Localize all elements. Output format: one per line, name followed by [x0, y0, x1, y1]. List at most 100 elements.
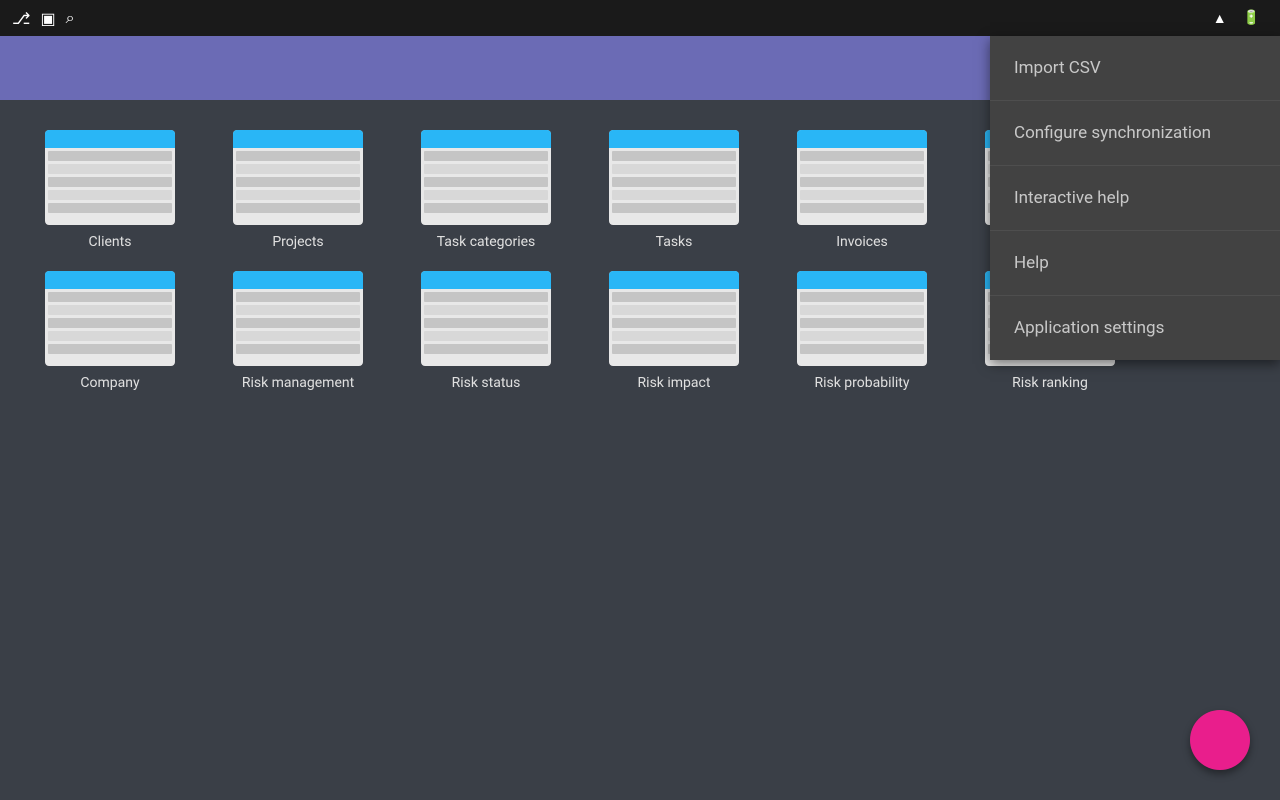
battery-icon: 🔋	[1243, 10, 1260, 26]
item-label-risk-probability: Risk probability	[814, 374, 909, 392]
card-header-company	[45, 271, 175, 289]
icon-card-clients	[45, 130, 175, 225]
card-row	[800, 331, 924, 341]
card-row	[424, 203, 548, 213]
card-row	[236, 151, 360, 161]
card-row	[612, 177, 736, 187]
item-label-invoices: Invoices	[836, 233, 888, 251]
item-label-clients: Clients	[89, 233, 132, 251]
card-row	[48, 190, 172, 200]
card-header-risk-management	[233, 271, 363, 289]
card-row	[48, 151, 172, 161]
grid-item-invoices[interactable]: Invoices	[782, 130, 942, 251]
wifi-icon: ▲	[1213, 10, 1227, 27]
grid-item-risk-management[interactable]: Risk management	[218, 271, 378, 392]
icon-card-risk-status	[421, 271, 551, 366]
grid-item-risk-probability[interactable]: Risk probability	[782, 271, 942, 392]
card-header-risk-probability	[797, 271, 927, 289]
grid-item-task-categories[interactable]: Task categories	[406, 130, 566, 251]
card-body-task-categories	[421, 148, 551, 225]
card-row	[236, 164, 360, 174]
card-row	[424, 190, 548, 200]
card-body-tasks	[609, 148, 739, 225]
grid-item-risk-status[interactable]: Risk status	[406, 271, 566, 392]
card-row	[612, 331, 736, 341]
card-row	[236, 318, 360, 328]
card-row	[800, 344, 924, 354]
grid-item-tasks[interactable]: Tasks	[594, 130, 754, 251]
card-row	[48, 344, 172, 354]
card-row	[800, 164, 924, 174]
menu-item-configure-sync[interactable]: Configure synchronization	[990, 101, 1280, 166]
dropdown-menu: Import CSVConfigure synchronizationInter…	[990, 36, 1280, 360]
status-left-icons: ⎇ ▣ ⌕	[12, 8, 75, 28]
card-row	[236, 305, 360, 315]
card-body-risk-probability	[797, 289, 927, 366]
card-row	[48, 318, 172, 328]
card-row	[236, 190, 360, 200]
item-label-risk-status: Risk status	[452, 374, 521, 392]
card-row	[424, 305, 548, 315]
card-row	[48, 292, 172, 302]
grid-item-clients[interactable]: Clients	[30, 130, 190, 251]
card-header-clients	[45, 130, 175, 148]
card-row	[612, 292, 736, 302]
item-label-risk-management: Risk management	[242, 374, 354, 392]
icon-card-risk-management	[233, 271, 363, 366]
card-row	[424, 177, 548, 187]
grid-item-risk-impact[interactable]: Risk impact	[594, 271, 754, 392]
card-body-projects	[233, 148, 363, 225]
card-body-risk-impact	[609, 289, 739, 366]
card-row	[800, 177, 924, 187]
icon-card-risk-probability	[797, 271, 927, 366]
card-row	[800, 292, 924, 302]
card-row	[424, 164, 548, 174]
status-bar: ⎇ ▣ ⌕ ▲ 🔋	[0, 0, 1280, 36]
fab-add-button[interactable]	[1190, 710, 1250, 770]
card-row	[800, 305, 924, 315]
card-row	[612, 344, 736, 354]
card-body-company	[45, 289, 175, 366]
icon-card-task-categories	[421, 130, 551, 225]
card-row	[48, 177, 172, 187]
item-label-company: Company	[80, 374, 139, 392]
card-row	[48, 305, 172, 315]
menu-item-interactive-help[interactable]: Interactive help	[990, 166, 1280, 231]
icon-card-projects	[233, 130, 363, 225]
card-row	[424, 331, 548, 341]
card-row	[612, 203, 736, 213]
grid-item-projects[interactable]: Projects	[218, 130, 378, 251]
item-label-risk-ranking: Risk ranking	[1012, 374, 1088, 392]
card-row	[48, 203, 172, 213]
card-row	[424, 292, 548, 302]
card-row	[612, 164, 736, 174]
icon-card-invoices	[797, 130, 927, 225]
item-label-risk-impact: Risk impact	[638, 374, 711, 392]
card-row	[800, 318, 924, 328]
card-row	[236, 177, 360, 187]
card-header-projects	[233, 130, 363, 148]
card-row	[236, 203, 360, 213]
menu-item-import-csv[interactable]: Import CSV	[990, 36, 1280, 101]
card-header-invoices	[797, 130, 927, 148]
icon-card-risk-impact	[609, 271, 739, 366]
photo-icon: ▣	[40, 9, 55, 28]
menu-item-app-settings[interactable]: Application settings	[990, 296, 1280, 360]
card-body-risk-management	[233, 289, 363, 366]
card-row	[424, 318, 548, 328]
card-row	[800, 203, 924, 213]
card-row	[800, 190, 924, 200]
card-row	[48, 331, 172, 341]
search-status-icon: ⌕	[66, 8, 75, 28]
item-label-projects: Projects	[272, 233, 323, 251]
card-header-tasks	[609, 130, 739, 148]
item-label-tasks: Tasks	[656, 233, 693, 251]
card-row	[612, 305, 736, 315]
card-row	[424, 344, 548, 354]
card-header-risk-impact	[609, 271, 739, 289]
card-body-risk-status	[421, 289, 551, 366]
card-row	[424, 151, 548, 161]
grid-item-company[interactable]: Company	[30, 271, 190, 392]
card-body-clients	[45, 148, 175, 225]
menu-item-help[interactable]: Help	[990, 231, 1280, 296]
